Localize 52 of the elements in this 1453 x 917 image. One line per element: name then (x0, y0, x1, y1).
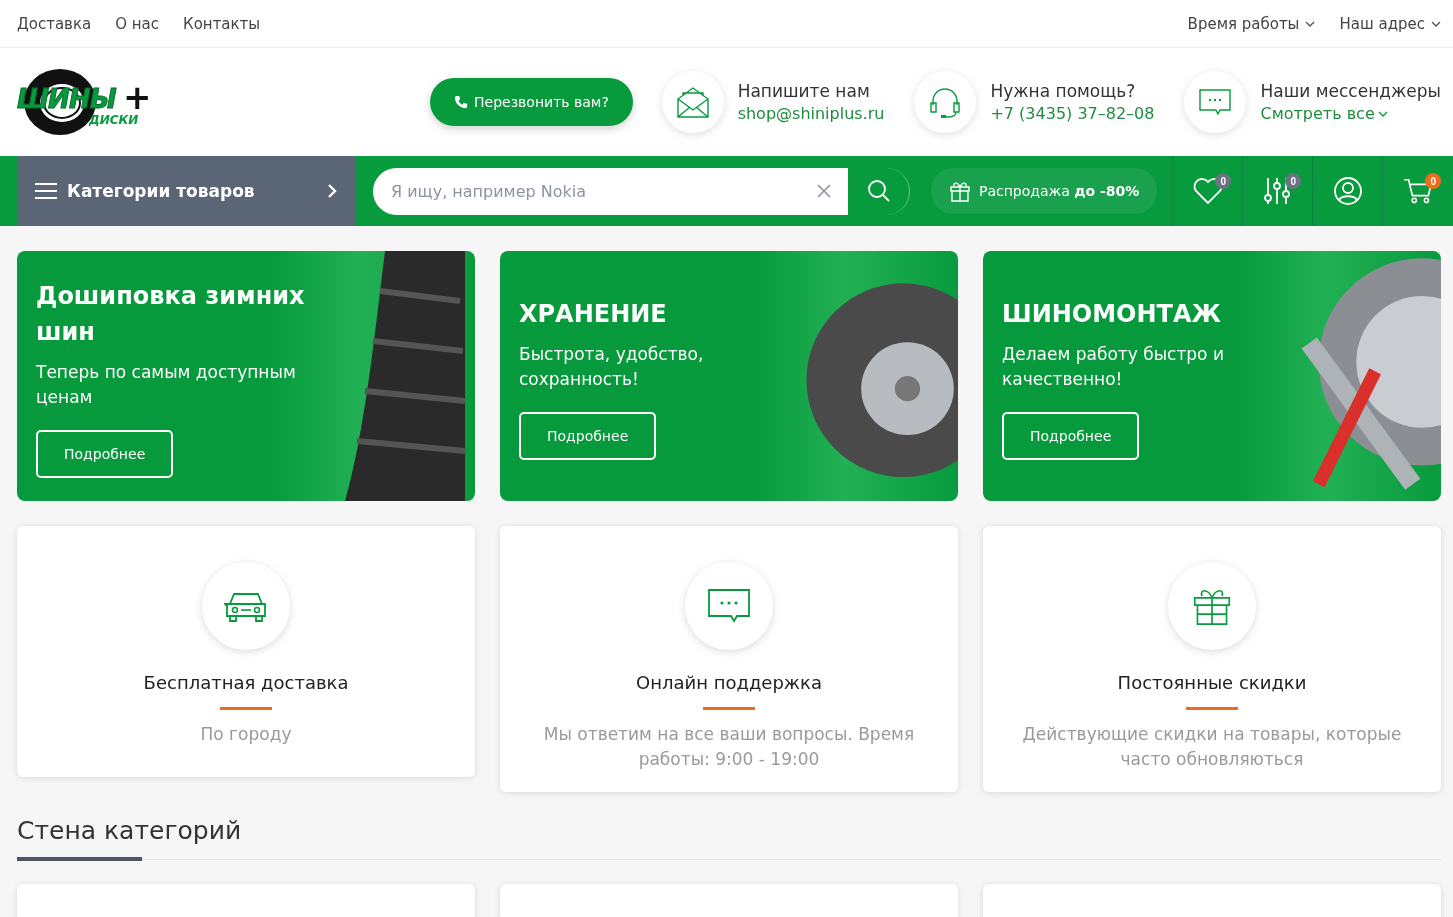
feature-title: Постоянные скидки (1117, 672, 1307, 693)
contact-title: Нужна помощь? (990, 81, 1137, 101)
feature-title: Онлайн поддержка (636, 672, 822, 693)
count-badge: 0 (1285, 173, 1302, 189)
top-nav-link[interactable]: О нас (115, 14, 159, 33)
cart-icon (1402, 176, 1433, 206)
cart-button[interactable]: 0 (1382, 156, 1453, 226)
more-button[interactable]: Подробнее (519, 412, 657, 460)
chevron-right-icon (327, 183, 337, 199)
search-icon (866, 179, 891, 203)
more-button[interactable]: Подробнее (36, 430, 174, 478)
wishlist-button[interactable]: 0 (1172, 156, 1243, 226)
section-title: Стена категорий (17, 816, 243, 845)
heart-icon (1192, 176, 1223, 206)
feature-text: Мы ответим на все ваши вопросы. Время работы: 9:00 - 19:00 (542, 723, 916, 771)
more-button[interactable]: Подробнее (1002, 412, 1140, 460)
sliders-icon (1262, 176, 1293, 206)
contact-link[interactable]: Смотреть все (1260, 104, 1441, 123)
headset-icon (928, 85, 963, 119)
chevron-down-icon (1431, 20, 1441, 27)
top-nav-link[interactable]: Контакты (183, 14, 261, 33)
contact-title: Напишите нам (737, 81, 871, 101)
user-icon (1332, 176, 1363, 206)
feature-title: Бесплатная доставка (143, 672, 349, 693)
sale-button[interactable]: Распродажа до -80% (931, 168, 1158, 214)
phone-icon (454, 95, 468, 109)
contact-title: Наши мессенджеры (1260, 81, 1441, 101)
categories-menu-button[interactable]: Категории товаров (17, 156, 355, 226)
menu-icon (35, 182, 57, 200)
count-badge: 0 (1425, 173, 1442, 189)
promo-text: Теперь по самым доступным ценам (36, 361, 296, 409)
compare-button[interactable]: 0 (1242, 156, 1313, 226)
envelope-icon (675, 85, 710, 119)
search-field[interactable]: Я ищу, например Nokia (373, 167, 848, 215)
chevron-down-icon (1305, 20, 1316, 27)
chevron-down-icon (1377, 110, 1388, 117)
feature-text: Действующие скидки на товары, которые часто обновляються (1021, 723, 1403, 771)
top-nav-link[interactable]: Доставка (17, 14, 92, 33)
top-nav-dropdown[interactable]: Время работы (1187, 14, 1316, 33)
promo-text: Делаем работу быстро и качественно! (1002, 343, 1225, 391)
promo-title: Дошиповка зимних шин (36, 281, 306, 348)
count-badge: 0 (1215, 173, 1232, 189)
promo-title: ШИНОМОНТАЖ (1002, 299, 1221, 330)
gift-icon (949, 180, 971, 202)
callback-button[interactable]: Перезвонить вам? (430, 78, 633, 126)
promo-title: ХРАНЕНИЕ (519, 299, 667, 330)
contact-link[interactable]: +7 (3435) 37–82–08 (990, 104, 1155, 123)
top-nav-dropdown[interactable]: Наш адрес (1339, 14, 1441, 33)
contact-link[interactable]: shop@shiniplus.ru (737, 104, 885, 123)
feature-text: По городу (200, 723, 292, 746)
promo-text: Быстрота, удобство, сохранность! (519, 343, 705, 391)
clear-icon[interactable] (816, 182, 832, 199)
